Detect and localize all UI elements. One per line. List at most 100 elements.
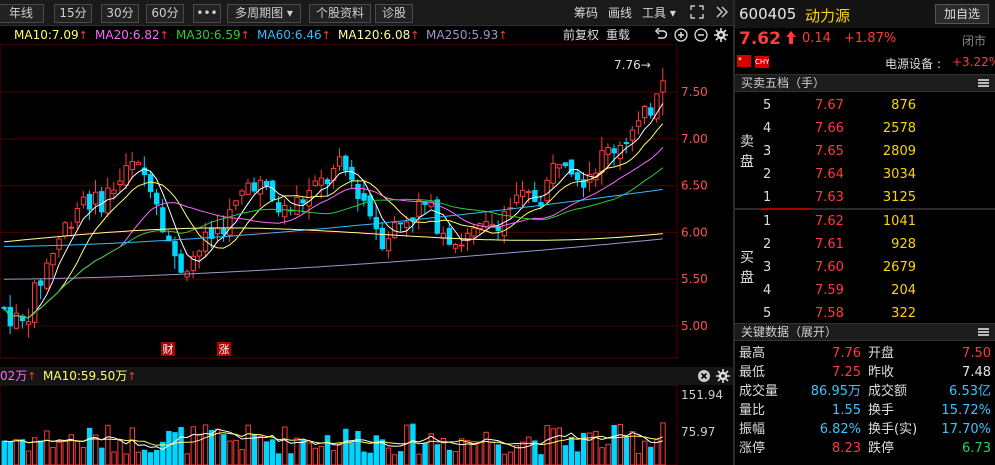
menu-icon[interactable] xyxy=(978,328,989,336)
key-value: 6.82% xyxy=(819,422,861,437)
volume-bar xyxy=(105,424,111,465)
key-data-row: 涨停 8.23 跌停 6.73 xyxy=(735,439,995,458)
key-data-row: 量比 1.55 换手 15.72% xyxy=(735,401,995,420)
volume-bar xyxy=(635,452,642,465)
volume-bar xyxy=(50,446,56,465)
period-60min-button[interactable]: 60分 xyxy=(146,4,184,23)
volume-bar xyxy=(489,441,495,465)
ask-row[interactable]: 2 7.64 3034 xyxy=(735,163,995,186)
add-to-watchlist-button[interactable]: 加自选 xyxy=(935,4,989,24)
ask-row[interactable]: 4 7.66 2578 xyxy=(735,117,995,140)
tools-dropdown[interactable]: 工具 ▾ xyxy=(642,5,676,21)
double-chevron-right-icon[interactable] xyxy=(715,5,729,19)
candle-body xyxy=(123,165,129,186)
diagnosis-button[interactable]: 诊股 xyxy=(375,4,413,23)
stock-info-button[interactable]: 个股资料 xyxy=(309,4,371,23)
limit-up-marker[interactable]: 涨 xyxy=(217,342,231,356)
candlestick-chart[interactable]: 7.50 7.00 6.50 6.00 5.50 5.00 7.76→ 财 涨 xyxy=(0,44,733,365)
candle-body xyxy=(629,129,636,141)
key-data-header[interactable]: 关键数据（展开） xyxy=(735,323,995,341)
candle-body xyxy=(337,156,343,167)
finance-marker[interactable]: 财 xyxy=(161,342,175,356)
order-volume: 876 xyxy=(891,98,916,113)
volume-bar xyxy=(141,449,148,465)
order-price: 7.63 xyxy=(815,190,844,205)
volume-bar xyxy=(288,453,294,465)
key-label: 最低 xyxy=(739,365,766,380)
chip-button[interactable]: 筹码 xyxy=(574,5,598,21)
key-label: 昨收 xyxy=(868,365,895,380)
volume-bar xyxy=(617,423,623,465)
stock-code: 600405 xyxy=(739,5,797,23)
candle-body xyxy=(568,159,575,175)
forward-adjust-button[interactable]: 前复权 xyxy=(563,26,599,44)
volume-bar xyxy=(190,426,197,465)
order-price: 7.60 xyxy=(815,260,844,275)
draw-line-button[interactable]: 画线 xyxy=(608,5,632,21)
volume-bar xyxy=(574,451,581,465)
level: 1 xyxy=(763,214,772,229)
candle-body xyxy=(532,190,538,202)
more-periods-button[interactable]: ••• xyxy=(193,4,221,23)
candle-body xyxy=(471,227,477,237)
ask-row[interactable]: 3 7.65 2809 xyxy=(735,140,995,163)
volume-bar xyxy=(166,430,172,465)
volume-bar xyxy=(123,453,129,465)
bid-row[interactable]: 5 7.58 322 xyxy=(735,302,995,325)
volume-bar xyxy=(117,439,123,465)
volume-bar xyxy=(318,445,325,465)
ask-row[interactable]: 1 7.63 3125 xyxy=(735,186,995,209)
candle-body xyxy=(562,162,569,167)
ask-row[interactable]: 5 7.67 876 xyxy=(735,94,995,117)
volume-bar xyxy=(80,446,87,465)
expand-icon[interactable] xyxy=(690,5,704,19)
volume-bar xyxy=(599,447,605,465)
candle-body xyxy=(599,150,605,173)
volume-ma10-line xyxy=(3,432,663,446)
candle-body xyxy=(263,180,270,186)
candle-body xyxy=(56,238,62,250)
period-30min-button[interactable]: 30分 xyxy=(101,4,139,23)
price-axis-label: 5.50 xyxy=(681,272,708,286)
order-price: 7.66 xyxy=(815,121,844,136)
candle-body xyxy=(520,189,526,197)
candle-body xyxy=(215,227,221,235)
price-change: 0.14 xyxy=(802,31,831,46)
volume-bar xyxy=(507,451,514,465)
volume-bar xyxy=(160,441,166,465)
stock-title-bar: 600405 动力源 加自选 xyxy=(735,0,995,28)
volume-bar xyxy=(276,453,282,465)
candle-body xyxy=(404,221,410,229)
volume-bar xyxy=(154,450,160,465)
reload-button[interactable]: 重载 xyxy=(606,26,630,44)
candle-body xyxy=(32,282,38,323)
order-price: 7.59 xyxy=(815,283,844,298)
volume-bar xyxy=(422,442,428,465)
key-data-row: 振幅 6.82% 换手(实) 17.70% xyxy=(735,420,995,439)
order-volume: 322 xyxy=(891,306,916,321)
key-label: 开盘 xyxy=(868,346,895,361)
ma10-label: MA10:7.09↑ xyxy=(14,28,88,42)
volume-bar xyxy=(306,442,312,465)
volume-bar xyxy=(25,450,32,465)
candle-body xyxy=(379,227,386,250)
bid-row[interactable]: 4 7.59 204 xyxy=(735,279,995,302)
order-volume: 2679 xyxy=(882,260,916,275)
menu-icon[interactable] xyxy=(978,79,989,87)
period-year-button[interactable]: 年线 xyxy=(0,4,44,23)
period-15min-button[interactable]: 15分 xyxy=(54,4,92,23)
candle-body xyxy=(611,148,617,154)
volume-bar xyxy=(398,451,404,465)
bid-row[interactable]: 1 7.62 1041 xyxy=(735,210,995,233)
bid-row[interactable]: 3 7.60 2679 xyxy=(735,256,995,279)
volume-chart[interactable]: 151.94 75.97 xyxy=(0,385,733,465)
key-label: 振幅 xyxy=(739,422,766,437)
sector-line[interactable]: CHY 电源设备 : +3.22% xyxy=(735,53,995,72)
china-flag-icon xyxy=(737,55,751,67)
candle-body xyxy=(605,146,611,155)
multi-period-dropdown[interactable]: 多周期图 ▾ xyxy=(227,4,301,23)
candle-body xyxy=(160,207,166,233)
order-book-header[interactable]: 买卖五档（手） xyxy=(735,74,995,92)
bid-row[interactable]: 2 7.61 928 xyxy=(735,233,995,256)
key-label: 涨停 xyxy=(739,441,766,456)
